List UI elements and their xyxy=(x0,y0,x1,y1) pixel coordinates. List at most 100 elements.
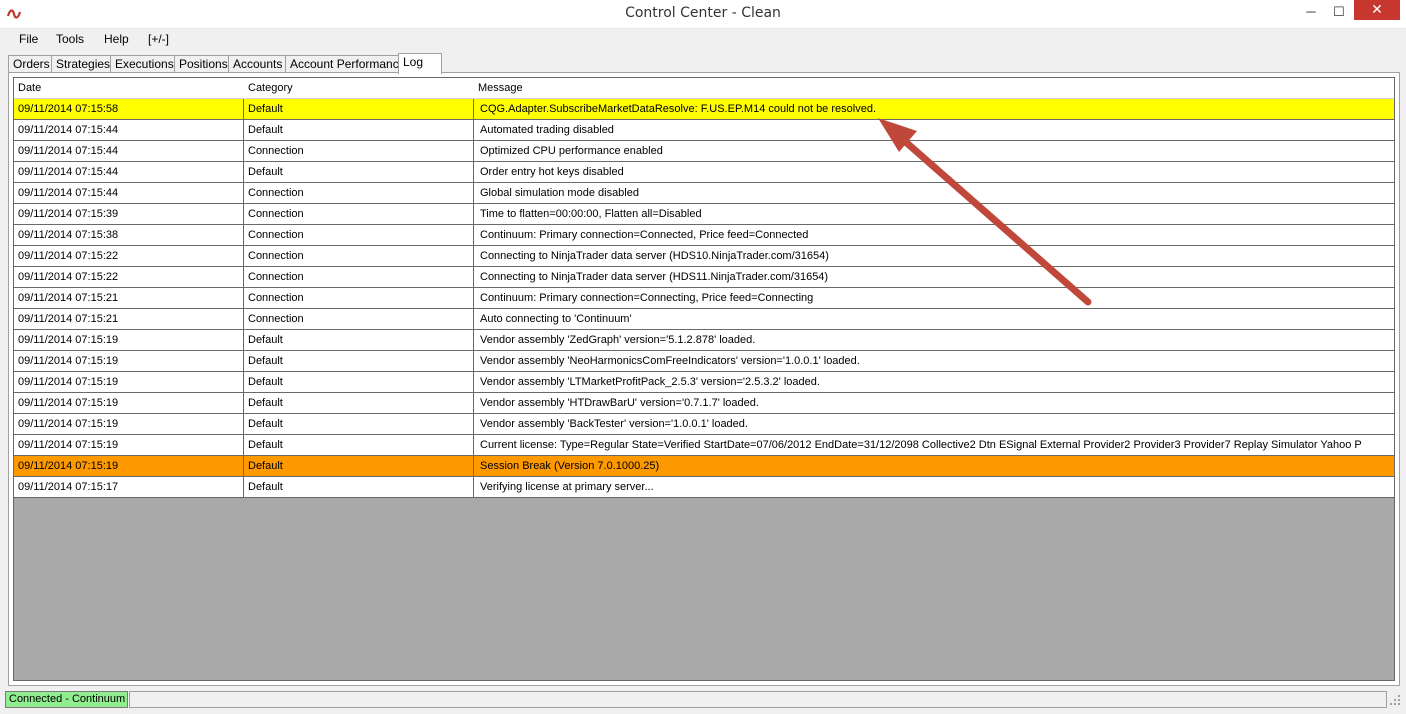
column-header-message[interactable]: Message xyxy=(478,82,523,94)
menu-toggle[interactable]: [+/-] xyxy=(148,32,169,46)
log-category-cell: Default xyxy=(248,355,283,367)
log-message-cell: Auto connecting to 'Continuum' xyxy=(480,313,632,325)
status-bar: Connected - Continuum xyxy=(0,688,1406,714)
title-bar: Control Center - Clean ─ ☐ ✕ xyxy=(0,0,1406,29)
log-row[interactable]: 09/11/2014 07:15:19 Default Vendor assembl… xyxy=(14,393,1394,414)
log-date-cell: 09/11/2014 07:15:19 xyxy=(18,418,119,430)
log-date-cell: 09/11/2014 07:15:22 xyxy=(18,271,119,283)
status-field xyxy=(129,691,1387,708)
log-date-cell: 09/11/2014 07:15:39 xyxy=(18,208,119,220)
log-date-cell: 09/11/2014 07:15:44 xyxy=(18,145,119,157)
log-row[interactable]: 09/11/2014 07:15:17 Default Verifying lice… xyxy=(14,477,1394,498)
log-message-cell: Vendor assembly 'NeoHarmonicsComFreeIndi… xyxy=(480,355,860,367)
minimize-button[interactable]: ─ xyxy=(1298,0,1324,26)
log-date-cell: 09/11/2014 07:15:44 xyxy=(18,187,119,199)
tab-strategies[interactable]: Strategies xyxy=(51,55,116,73)
log-panel: Date Category Message 09/11/2014 07:15:5… xyxy=(8,72,1400,686)
column-separator xyxy=(473,99,474,497)
log-category-cell: Connection xyxy=(248,250,304,262)
log-category-cell: Connection xyxy=(248,313,304,325)
log-row[interactable]: 09/11/2014 07:15:19 Default Vendor assembl… xyxy=(14,414,1394,435)
log-row[interactable]: 09/11/2014 07:15:19 Default Vendor assembl… xyxy=(14,351,1394,372)
log-row[interactable]: 09/11/2014 07:15:22 Connection Connecting … xyxy=(14,267,1394,288)
close-button[interactable]: ✕ xyxy=(1354,0,1400,20)
log-row[interactable]: 09/11/2014 07:15:39 Connection Time to fla… xyxy=(14,204,1394,225)
log-message-cell: Automated trading disabled xyxy=(480,124,614,136)
tab-log[interactable]: Log xyxy=(398,53,442,74)
grid-header: Date Category Message xyxy=(14,78,1394,99)
log-row[interactable]: 09/11/2014 07:15:58 Default CQG.Adapter.Su… xyxy=(14,99,1394,120)
tab-account-performance[interactable]: Account Performance xyxy=(285,55,411,73)
log-date-cell: 09/11/2014 07:15:19 xyxy=(18,460,119,472)
log-category-cell: Connection xyxy=(248,187,304,199)
menu-tools[interactable]: Tools xyxy=(56,32,84,46)
log-date-cell: 09/11/2014 07:15:22 xyxy=(18,250,119,262)
log-message-cell: Vendor assembly 'ZedGraph' version='5.1.… xyxy=(480,334,756,346)
menu-file[interactable]: File xyxy=(19,32,38,46)
log-row[interactable]: 09/11/2014 07:15:44 Default Automated trad… xyxy=(14,120,1394,141)
log-date-cell: 09/11/2014 07:15:17 xyxy=(18,481,119,493)
log-grid: Date Category Message 09/11/2014 07:15:5… xyxy=(13,77,1395,681)
log-category-cell: Connection xyxy=(248,292,304,304)
log-message-cell: Global simulation mode disabled xyxy=(480,187,639,199)
log-category-cell: Connection xyxy=(248,145,304,157)
log-date-cell: 09/11/2014 07:15:44 xyxy=(18,166,119,178)
log-message-cell: Continuum: Primary connection=Connected,… xyxy=(480,229,809,241)
log-category-cell: Connection xyxy=(248,208,304,220)
log-message-cell: Vendor assembly 'BackTester' version='1.… xyxy=(480,418,748,430)
log-message-cell: Vendor assembly 'HTDrawBarU' version='0.… xyxy=(480,397,759,409)
log-row[interactable]: 09/11/2014 07:15:19 Default Vendor assembl… xyxy=(14,330,1394,351)
log-row[interactable]: 09/11/2014 07:15:22 Connection Connecting … xyxy=(14,246,1394,267)
log-category-cell: Default xyxy=(248,166,283,178)
log-category-cell: Default xyxy=(248,418,283,430)
log-date-cell: 09/11/2014 07:15:21 xyxy=(18,292,119,304)
log-category-cell: Default xyxy=(248,439,283,451)
menu-help[interactable]: Help xyxy=(104,32,129,46)
tab-accounts[interactable]: Accounts xyxy=(228,55,288,73)
log-message-cell: Vendor assembly 'LTMarketProfitPack_2.5.… xyxy=(480,376,820,388)
log-category-cell: Default xyxy=(248,376,283,388)
log-row[interactable]: 09/11/2014 07:15:21 Connection Auto connec… xyxy=(14,309,1394,330)
log-message-cell: Continuum: Primary connection=Connecting… xyxy=(480,292,814,304)
resize-grip-icon[interactable] xyxy=(1389,694,1401,706)
log-message-cell: CQG.Adapter.SubscribeMarketDataResolve: … xyxy=(480,103,876,115)
log-date-cell: 09/11/2014 07:15:58 xyxy=(18,103,119,115)
tab-positions[interactable]: Positions xyxy=(174,55,233,73)
log-category-cell: Connection xyxy=(248,229,304,241)
log-category-cell: Default xyxy=(248,397,283,409)
connection-status: Connected - Continuum xyxy=(5,691,128,708)
log-row[interactable]: 09/11/2014 07:15:44 Default Order entry ho… xyxy=(14,162,1394,183)
log-date-cell: 09/11/2014 07:15:21 xyxy=(18,313,119,325)
log-row[interactable]: 09/11/2014 07:15:19 Default Session Break … xyxy=(14,456,1394,477)
log-row[interactable]: 09/11/2014 07:15:44 Connection Global simu… xyxy=(14,183,1394,204)
menu-bar: File Tools Help [+/-] xyxy=(0,30,1406,50)
window-title: Control Center - Clean xyxy=(625,5,781,21)
log-message-cell: Session Break (Version 7.0.1000.25) xyxy=(480,460,660,472)
log-date-cell: 09/11/2014 07:15:19 xyxy=(18,439,119,451)
column-header-date[interactable]: Date xyxy=(18,82,41,94)
log-message-cell: Connecting to NinjaTrader data server (H… xyxy=(480,250,829,262)
log-message-cell: Connecting to NinjaTrader data server (H… xyxy=(480,271,829,283)
log-row[interactable]: 09/11/2014 07:15:19 Default Current licens… xyxy=(14,435,1394,456)
log-category-cell: Default xyxy=(248,460,283,472)
column-separator xyxy=(243,99,244,497)
log-category-cell: Connection xyxy=(248,271,304,283)
log-category-cell: Default xyxy=(248,334,283,346)
log-date-cell: 09/11/2014 07:15:19 xyxy=(18,355,119,367)
log-row[interactable]: 09/11/2014 07:15:21 Connection Continuum: … xyxy=(14,288,1394,309)
log-message-cell: Time to flatten=00:00:00, Flatten all=Di… xyxy=(480,208,702,220)
column-header-category[interactable]: Category xyxy=(248,82,293,94)
log-row[interactable]: 09/11/2014 07:15:19 Default Vendor assembl… xyxy=(14,372,1394,393)
tab-executions[interactable]: Executions xyxy=(110,55,179,73)
log-row[interactable]: 09/11/2014 07:15:44 Connection Optimized C… xyxy=(14,141,1394,162)
log-category-cell: Default xyxy=(248,103,283,115)
log-date-cell: 09/11/2014 07:15:44 xyxy=(18,124,119,136)
log-category-cell: Default xyxy=(248,124,283,136)
tab-orders[interactable]: Orders xyxy=(8,55,55,73)
log-message-cell: Optimized CPU performance enabled xyxy=(480,145,663,157)
log-date-cell: 09/11/2014 07:15:38 xyxy=(18,229,119,241)
maximize-button[interactable]: ☐ xyxy=(1326,0,1352,26)
log-row[interactable]: 09/11/2014 07:15:38 Connection Continuum: … xyxy=(14,225,1394,246)
log-message-cell: Order entry hot keys disabled xyxy=(480,166,624,178)
log-message-cell: Current license: Type=Regular State=Veri… xyxy=(480,439,1362,451)
